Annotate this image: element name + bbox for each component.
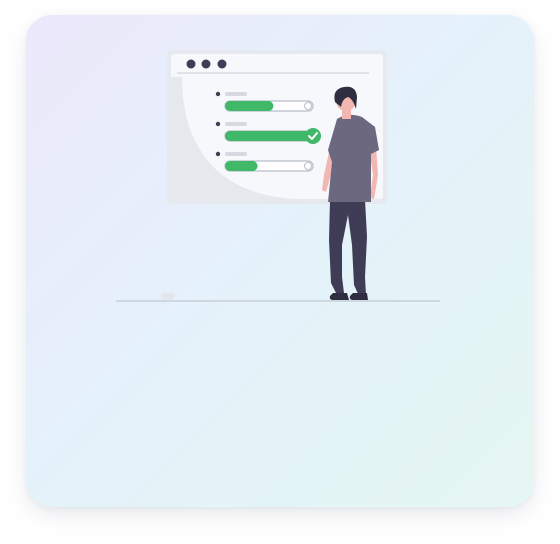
bullet-dot-icon <box>215 91 221 97</box>
person-shoe <box>349 293 368 300</box>
check-icon <box>305 128 321 144</box>
progress-fill <box>225 101 274 111</box>
window-dot-icon <box>186 59 196 69</box>
progress-checklist-illustration <box>116 50 440 302</box>
person-shoe <box>329 293 349 300</box>
window-dot-icon <box>217 59 227 69</box>
illustration-card <box>26 15 534 507</box>
label-placeholder <box>225 122 247 126</box>
label-placeholder <box>225 152 247 156</box>
person-legs <box>329 200 367 296</box>
floor-pebble <box>161 292 175 300</box>
progress-fill <box>225 161 258 171</box>
progress-fill <box>225 131 313 141</box>
window-dot-icon <box>201 59 211 69</box>
label-placeholder <box>225 92 247 96</box>
progress-knob <box>304 102 312 110</box>
bullet-dot-icon <box>215 121 221 127</box>
bullet-dot-icon <box>215 151 221 157</box>
progress-knob <box>304 162 312 170</box>
